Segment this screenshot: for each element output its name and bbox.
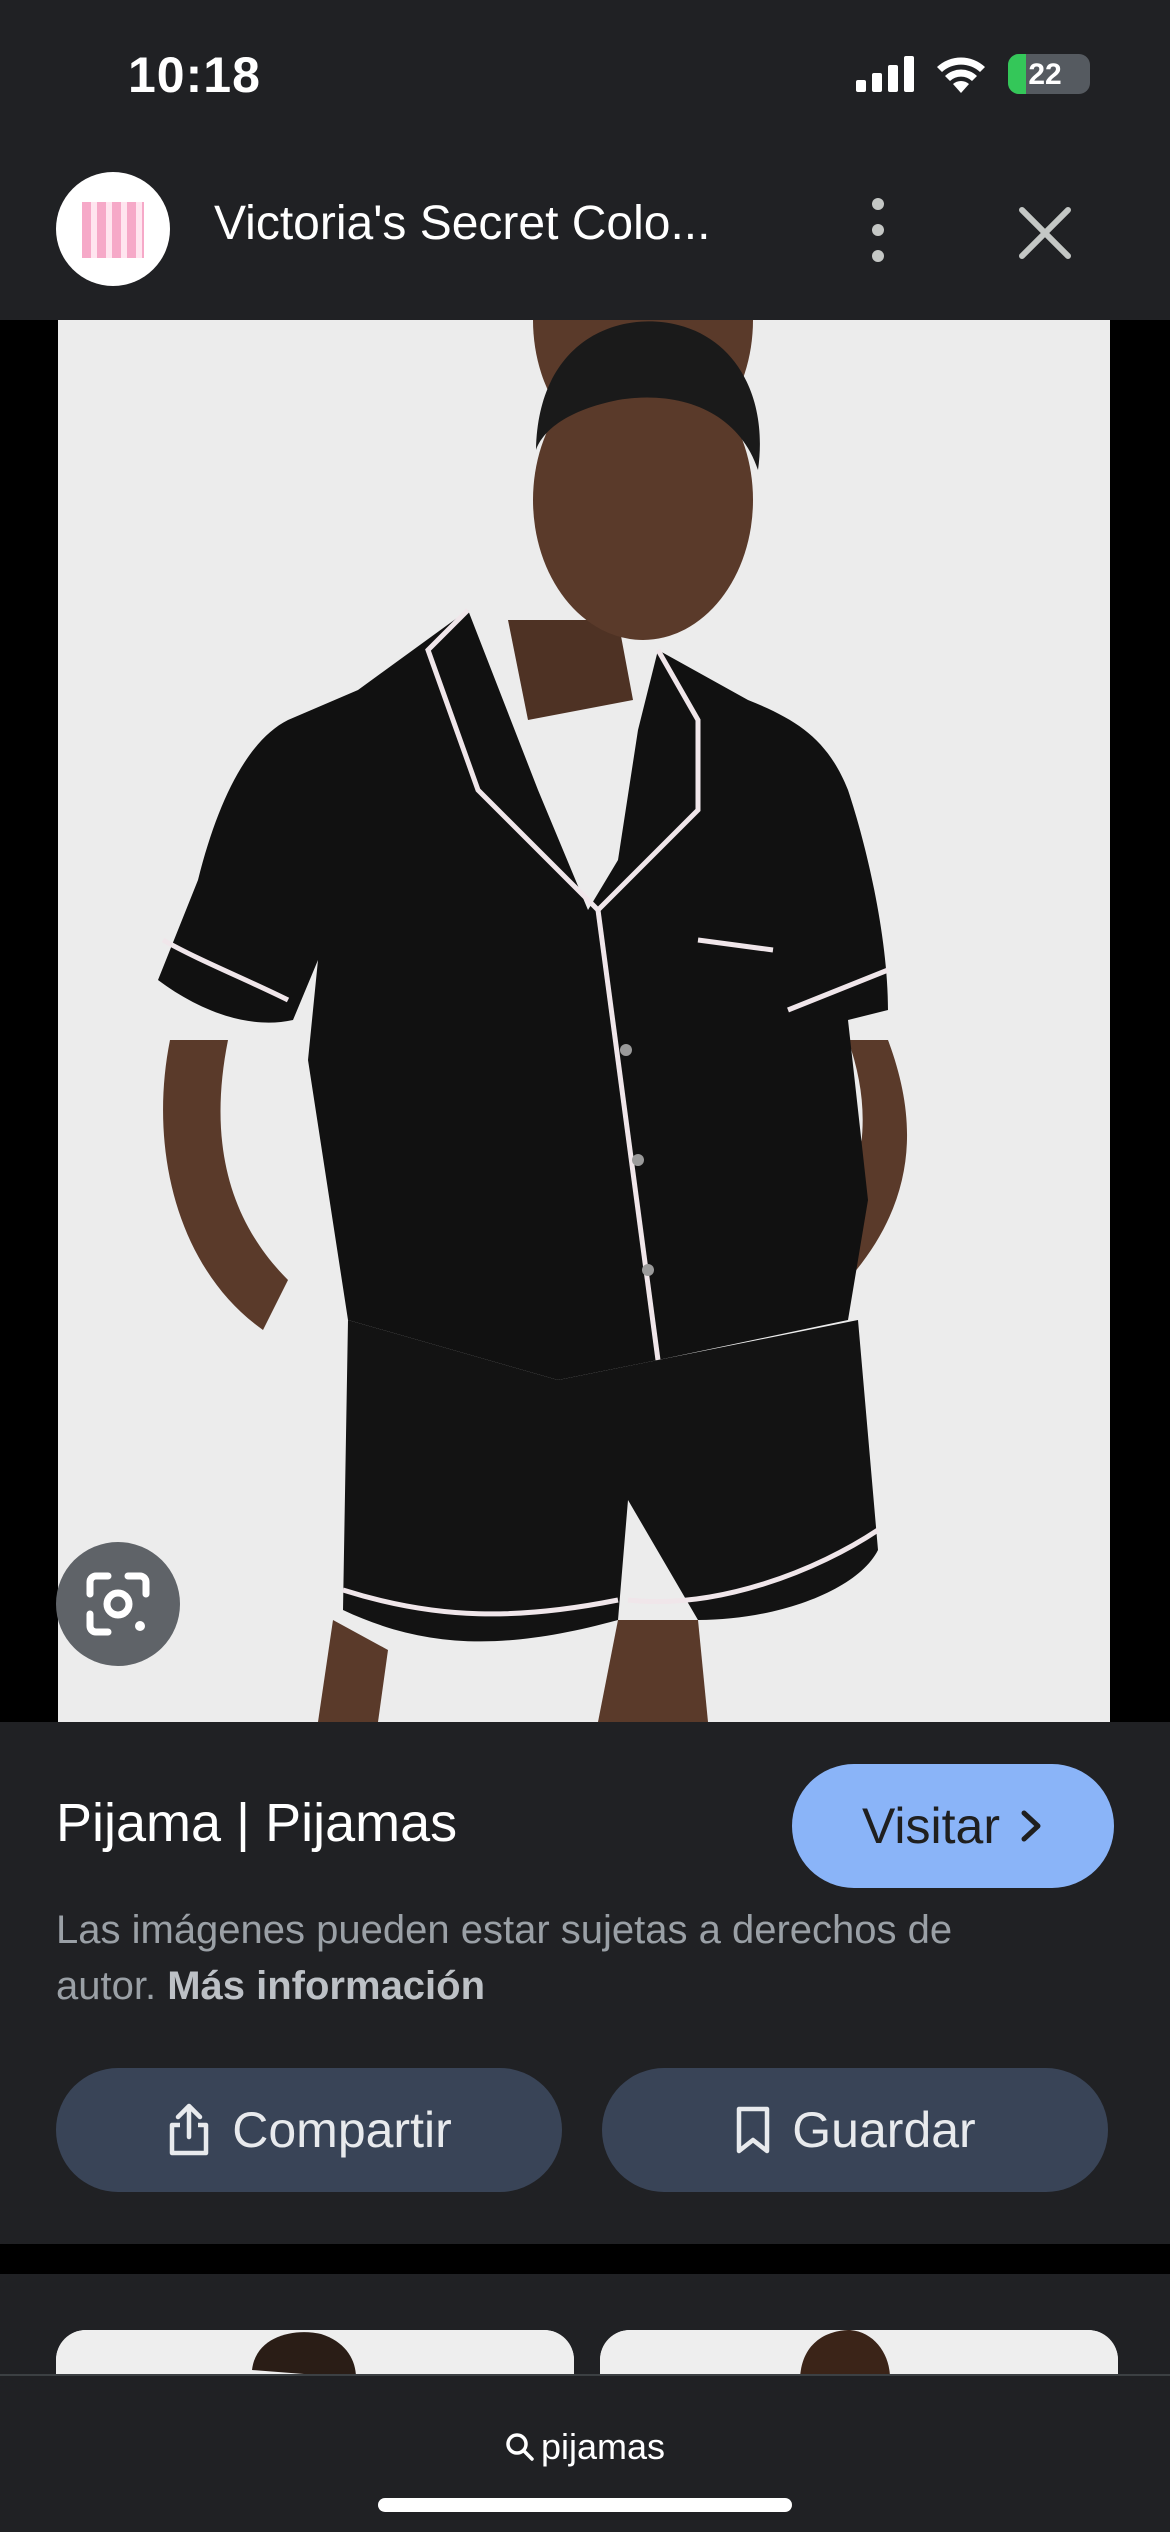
copyright-notice: Las imágenes pueden estar sujetas a dere… bbox=[56, 1902, 1056, 2014]
wifi-icon bbox=[937, 57, 985, 93]
chevron-right-icon bbox=[1021, 1810, 1041, 1842]
google-lens-icon bbox=[86, 1572, 150, 1636]
save-label: Guardar bbox=[792, 2102, 976, 2158]
status-icons: 22 bbox=[856, 54, 1090, 94]
google-lens-button[interactable] bbox=[56, 1542, 180, 1666]
home-indicator[interactable] bbox=[378, 2498, 792, 2512]
save-button[interactable]: Guardar bbox=[602, 2068, 1108, 2192]
signal-icon bbox=[856, 56, 914, 92]
share-label: Compartir bbox=[232, 2102, 452, 2158]
related-image-preview bbox=[600, 2330, 1118, 2374]
search-query-text: pijamas bbox=[540, 2426, 666, 2467]
related-images bbox=[0, 2274, 1170, 2374]
battery-level: 22 bbox=[1028, 58, 1062, 91]
product-image[interactable] bbox=[58, 320, 1110, 1722]
status-bar: 10:18 22 bbox=[0, 0, 1170, 150]
visit-label: Visitar bbox=[861, 1798, 1000, 1854]
image-viewer-screen: 10:18 22 Victoria's Secret Colo... Pijam… bbox=[0, 0, 1170, 2532]
section-divider bbox=[0, 2244, 1170, 2274]
search-query-chip[interactable]: pijamas bbox=[0, 2426, 1170, 2468]
visit-button[interactable]: Visitar bbox=[792, 1764, 1114, 1888]
status-time: 10:18 bbox=[128, 47, 261, 103]
share-button[interactable]: Compartir bbox=[56, 2068, 562, 2192]
search-icon bbox=[506, 2433, 534, 2461]
share-icon bbox=[170, 2103, 209, 2156]
model-in-pajamas-illustration bbox=[58, 320, 1110, 1722]
pink-stripes-logo bbox=[82, 202, 144, 258]
related-image-preview bbox=[56, 2330, 574, 2374]
related-image-thumbnail[interactable] bbox=[600, 2330, 1118, 2374]
result-title[interactable]: Pijama | Pijamas bbox=[56, 1792, 457, 1854]
site-logo[interactable] bbox=[56, 172, 170, 286]
result-info-panel: Pijama | Pijamas Visitar Las imágenes pu… bbox=[0, 1722, 1170, 2244]
close-icon[interactable] bbox=[1010, 198, 1080, 268]
related-image-thumbnail[interactable] bbox=[56, 2330, 574, 2374]
bottom-bar: pijamas bbox=[0, 2374, 1170, 2532]
more-vert-icon[interactable] bbox=[858, 194, 898, 266]
battery-charging-icon: 22 bbox=[1008, 54, 1090, 94]
more-info-link[interactable]: Más información bbox=[167, 1964, 485, 2008]
bookmark-icon bbox=[737, 2106, 770, 2154]
viewer-header: Victoria's Secret Colo... bbox=[0, 150, 1170, 320]
site-title[interactable]: Victoria's Secret Colo... bbox=[214, 196, 774, 251]
image-area bbox=[0, 320, 1170, 1722]
